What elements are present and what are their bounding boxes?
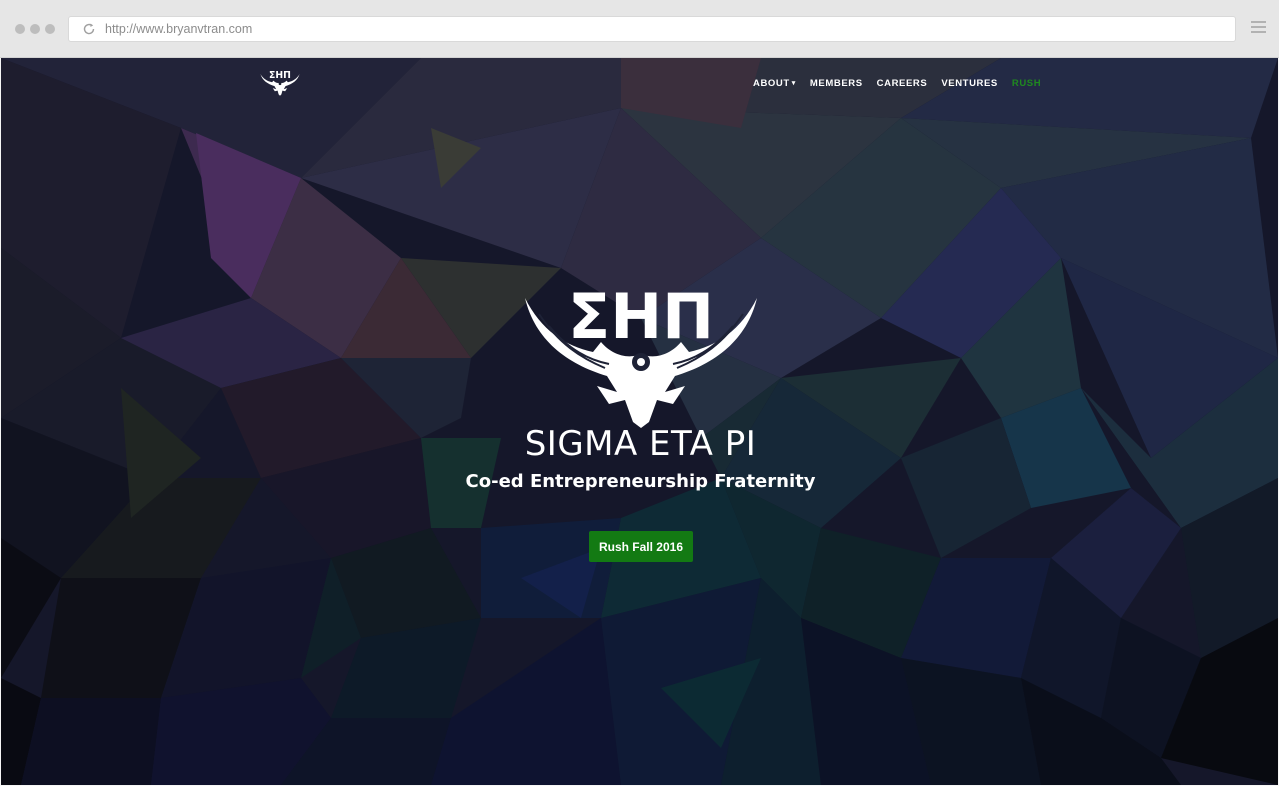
close-dot[interactable] xyxy=(15,24,25,34)
reload-icon[interactable] xyxy=(82,22,96,36)
nav-item-rush[interactable]: RUSH xyxy=(1012,78,1041,89)
url-text[interactable]: http://www.bryanvtran.com xyxy=(105,22,252,36)
nav-item-about[interactable]: ABOUT ▾ xyxy=(753,78,796,89)
window-controls xyxy=(15,24,55,34)
chevron-down-icon: ▾ xyxy=(791,80,796,87)
eagle-logo-icon[interactable]: ΣΗΠ xyxy=(259,70,301,96)
hero-title: SIGMA ETA PI xyxy=(524,424,757,464)
address-bar[interactable]: http://www.bryanvtran.com xyxy=(68,16,1236,42)
minimize-dot[interactable] xyxy=(30,24,40,34)
browser-window: http://www.bryanvtran.com ΣΗΠ ABOUT ▾ ME… xyxy=(0,0,1279,786)
svg-text:ΣΗΠ: ΣΗΠ xyxy=(269,70,291,81)
nav-item-members[interactable]: MEMBERS xyxy=(810,78,863,89)
main-nav: ABOUT ▾ MEMBERS CAREERS VENTURES RUSH xyxy=(753,78,1055,89)
browser-toolbar: http://www.bryanvtran.com xyxy=(0,0,1279,58)
page-viewport: ΣΗΠ ABOUT ▾ MEMBERS CAREERS VENTURES RUSH… xyxy=(1,58,1278,785)
rush-cta-button[interactable]: Rush Fall 2016 xyxy=(589,531,693,562)
hamburger-menu-icon[interactable] xyxy=(1251,21,1266,37)
hero-subtitle: Co-ed Entrepreneurship Fraternity xyxy=(465,471,816,492)
maximize-dot[interactable] xyxy=(45,24,55,34)
hero-eagle-logo-icon: ΣΗΠ xyxy=(525,280,757,428)
hero-logo-letters: ΣΗΠ xyxy=(568,280,714,353)
nav-item-careers[interactable]: CAREERS xyxy=(877,78,928,89)
nav-item-ventures[interactable]: VENTURES xyxy=(941,78,998,89)
